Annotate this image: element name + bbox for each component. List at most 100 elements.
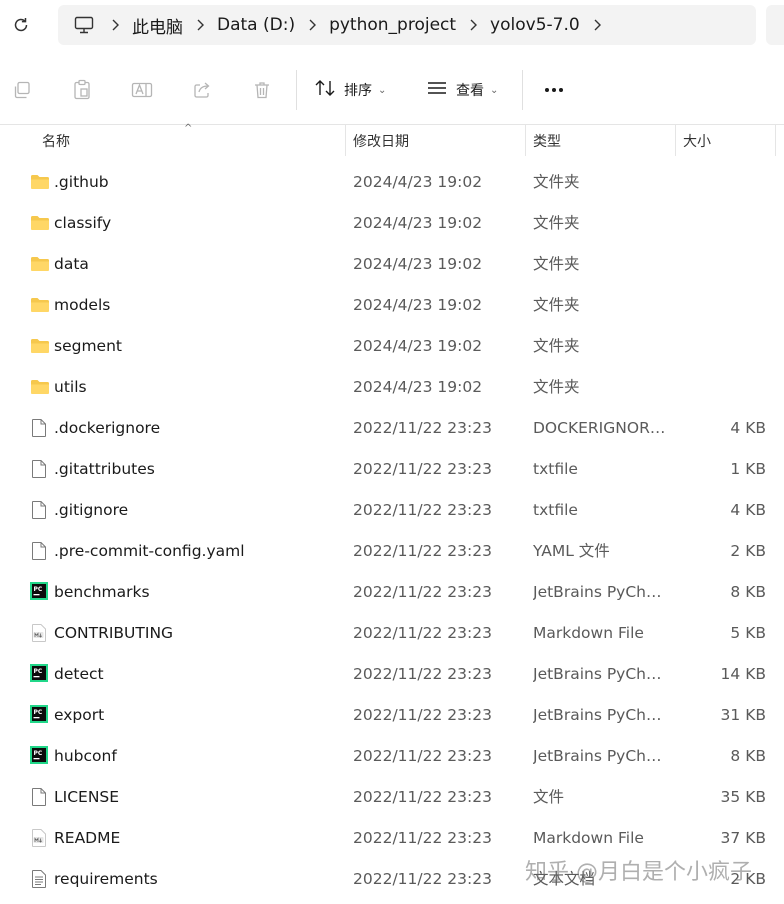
file-row[interactable]: LICENSE 2022/11/22 23:23 文件 35 KB (0, 777, 784, 818)
sort-label: 排序 (344, 83, 372, 99)
rename-icon[interactable] (130, 78, 154, 102)
file-row[interactable]: .gitignore 2022/11/22 23:23 txtfile 4 KB (0, 490, 784, 531)
folder-icon (30, 214, 49, 234)
file-name: .dockerignore (54, 419, 161, 437)
file-icon (30, 787, 48, 807)
file-date: 2024/4/23 19:02 (353, 378, 483, 396)
file-type: 文件夹 (533, 378, 580, 396)
svg-text:PC: PC (34, 586, 43, 593)
file-row[interactable]: .pre-commit-config.yaml 2022/11/22 23:23 Y… (0, 531, 784, 572)
column-divider[interactable] (675, 125, 676, 156)
more-options-icon[interactable] (542, 78, 566, 102)
file-row[interactable]: PC detect 2022/11/22 23:23 JetBrains PyChar… (0, 654, 784, 695)
file-row[interactable]: requirements 2022/11/22 23:23 文本文档 2 KB (0, 859, 784, 900)
svg-text:PC: PC (34, 709, 43, 716)
file-date: 2022/11/22 23:23 (353, 829, 492, 847)
breadcrumb-item[interactable]: python_project (329, 15, 456, 35)
chevron-right-icon[interactable] (580, 19, 614, 31)
pycharm-icon: PC (30, 582, 48, 602)
column-header-size[interactable]: 大小 (683, 125, 711, 156)
file-date: 2022/11/22 23:23 (353, 542, 492, 560)
file-row[interactable]: .github 2024/4/23 19:02 文件夹 (0, 162, 784, 203)
file-type: JetBrains PyChar... (533, 706, 668, 724)
toolbar-divider (522, 70, 523, 110)
breadcrumb-item[interactable]: yolov5-7.0 (490, 15, 580, 35)
file-row[interactable]: .gitattributes 2022/11/22 23:23 txtfile 1 K… (0, 449, 784, 490)
sort-button[interactable]: 排序 ⌄ (314, 76, 386, 104)
file-size: 37 KB (720, 829, 766, 847)
column-divider[interactable] (345, 125, 346, 156)
file-type: 文件夹 (533, 296, 580, 314)
file-type: 文件夹 (533, 214, 580, 232)
file-name: models (54, 296, 111, 314)
refresh-icon[interactable] (10, 14, 32, 36)
folder-icon (30, 337, 49, 357)
column-header-name[interactable]: 名称 (42, 125, 70, 156)
chevron-right-icon[interactable] (456, 19, 490, 31)
file-type: 文件 (533, 788, 565, 806)
file-type: 文件夹 (533, 255, 580, 273)
file-row[interactable]: .dockerignore 2022/11/22 23:23 DOCKERIGNOR… (0, 408, 784, 449)
file-size: 1 KB (730, 460, 766, 478)
breadcrumb-item[interactable]: Data (D:) (217, 15, 295, 35)
file-row[interactable]: classify 2024/4/23 19:02 文件夹 (0, 203, 784, 244)
column-divider[interactable] (775, 125, 776, 156)
computer-icon[interactable] (74, 15, 94, 35)
view-label: 查看 (456, 83, 484, 99)
text-file-icon (30, 869, 48, 889)
delete-icon[interactable] (250, 78, 274, 102)
chevron-right-icon[interactable] (295, 19, 329, 31)
file-row[interactable]: segment 2024/4/23 19:02 文件夹 (0, 326, 784, 367)
file-row[interactable]: utils 2024/4/23 19:02 文件夹 (0, 367, 784, 408)
file-type: 文本文档 (533, 870, 596, 888)
breadcrumb[interactable]: 此电脑 Data (D:) python_project yolov5-7.0 (58, 5, 756, 45)
sort-ascending-icon: ^ (184, 123, 193, 134)
view-button[interactable]: 查看 ⌄ (426, 76, 498, 104)
file-type: 文件夹 (533, 173, 580, 191)
file-date: 2022/11/22 23:23 (353, 460, 492, 478)
file-type: 文件夹 (533, 337, 580, 355)
file-name: .gitignore (54, 501, 129, 519)
file-icon (30, 500, 48, 520)
chevron-right-icon[interactable] (98, 19, 132, 31)
chevron-down-icon: ⌄ (378, 84, 387, 96)
file-size: 2 KB (730, 542, 766, 560)
file-type: Markdown File (533, 829, 644, 847)
file-row[interactable]: CONTRIBUTING 2022/11/22 23:23 Markdown Fil… (0, 613, 784, 654)
share-icon[interactable] (190, 78, 214, 102)
copy-icon[interactable] (10, 78, 34, 102)
file-type: JetBrains PyChar... (533, 665, 668, 683)
column-header-type[interactable]: 类型 (533, 125, 561, 156)
file-size: 4 KB (730, 501, 766, 519)
file-date: 2024/4/23 19:02 (353, 337, 483, 355)
address-bar-area: 此电脑 Data (D:) python_project yolov5-7.0 (0, 0, 784, 56)
file-size: 8 KB (730, 747, 766, 765)
folder-icon (30, 296, 49, 316)
paste-icon[interactable] (70, 78, 94, 102)
column-header-date[interactable]: 修改日期 (353, 125, 409, 156)
file-date: 2022/11/22 23:23 (353, 501, 492, 519)
search-box[interactable] (766, 5, 784, 45)
sort-icon (314, 78, 336, 102)
file-name: export (54, 706, 105, 724)
file-row[interactable]: models 2024/4/23 19:02 文件夹 (0, 285, 784, 326)
file-date: 2022/11/22 23:23 (353, 706, 492, 724)
file-date: 2022/11/22 23:23 (353, 624, 492, 642)
file-type: Markdown File (533, 624, 644, 642)
column-divider[interactable] (525, 125, 526, 156)
file-size: 4 KB (730, 419, 766, 437)
file-date: 2022/11/22 23:23 (353, 583, 492, 601)
file-row[interactable]: README 2022/11/22 23:23 Markdown File 37 KB (0, 818, 784, 859)
file-icon (30, 541, 48, 561)
file-name: .gitattributes (54, 460, 155, 478)
breadcrumb-item[interactable]: 此电脑 (132, 13, 183, 38)
file-row[interactable]: PC benchmarks 2022/11/22 23:23 JetBrains Py… (0, 572, 784, 613)
chevron-right-icon[interactable] (183, 19, 217, 31)
file-row[interactable]: PC hubconf 2022/11/22 23:23 JetBrains PyCha… (0, 736, 784, 777)
folder-icon (30, 378, 49, 398)
file-name: classify (54, 214, 112, 232)
file-row[interactable]: data 2024/4/23 19:02 文件夹 (0, 244, 784, 285)
file-row[interactable]: PC export 2022/11/22 23:23 JetBrains PyChar… (0, 695, 784, 736)
file-size: 14 KB (720, 665, 766, 683)
pycharm-icon: PC (30, 746, 48, 766)
